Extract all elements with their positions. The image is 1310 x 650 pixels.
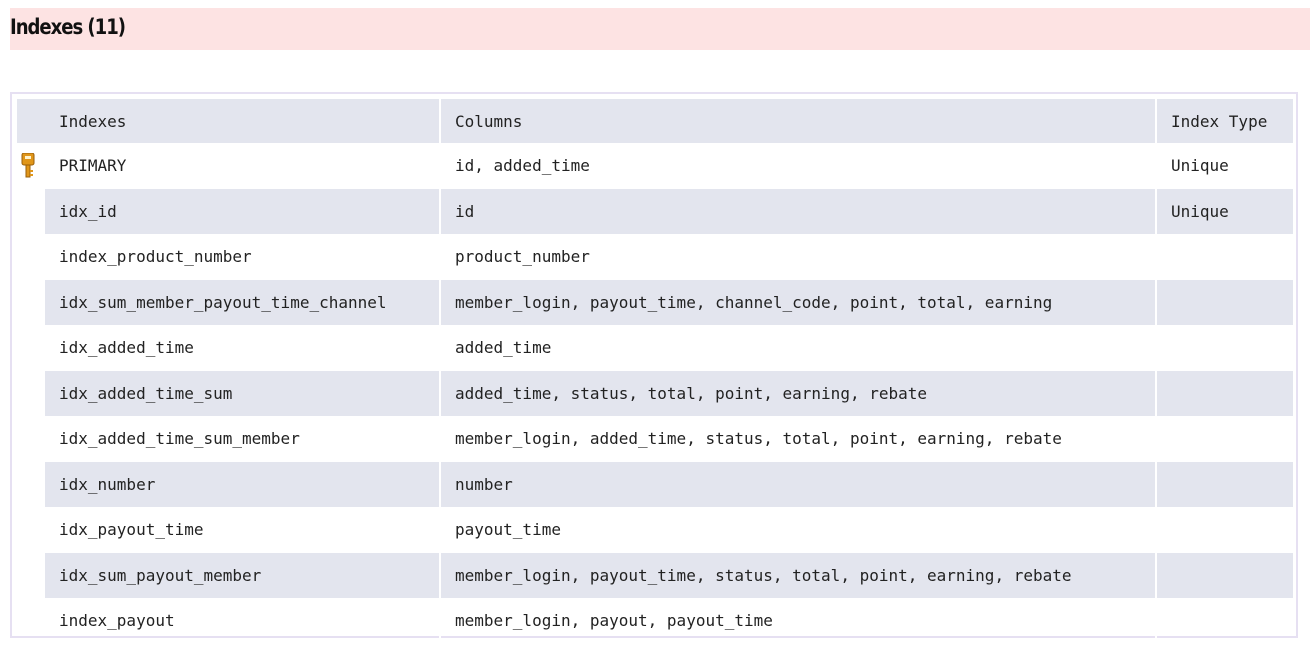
table-header-row: Indexes Columns Index Type [17,99,1293,143]
index-columns-cell: product_number [441,234,1157,280]
index-columns-cell: member_login, added_time, status, total,… [441,416,1157,462]
table-row[interactable]: idx_sum_payout_member member_login, payou… [17,552,1293,598]
index-type-cell: Unique [1171,156,1229,176]
row-icon-cell [17,507,45,553]
index-columns-cell: added_time, status, total, point, earnin… [441,370,1157,416]
index-columns-cell: number [441,461,1157,507]
table-row[interactable]: PRIMARY id, added_time Unique [17,143,1293,189]
row-icon-cell [17,461,45,507]
index-name-cell: idx_sum_payout_member [45,552,441,598]
index-type-cell [1157,416,1293,462]
index-name-cell: index_payout [45,598,441,644]
index-columns-cell: member_login, payout_time, status, total… [441,552,1157,598]
row-icon-cell [17,370,45,416]
index-type-cell: Unique [1157,188,1293,234]
row-icon-cell [17,552,45,598]
row-icon-cell [17,279,45,325]
table-row[interactable]: idx_added_time_sum added_time, status, to… [17,370,1293,416]
icon-column-header [17,99,45,143]
index-name-cell: PRIMARY [45,143,441,189]
index-type-cell [1157,507,1293,553]
index-type-cell [1157,325,1293,371]
row-icon-cell [17,325,45,371]
index-columns-cell: member_login, payout, payout_time [441,598,1157,644]
index-name-cell: idx_number [45,461,441,507]
index-type-cell [1157,461,1293,507]
section-title: Indexes (11) [10,15,126,39]
index-type-cell [1157,279,1293,325]
row-icon-cell [17,416,45,462]
index-columns-cell: added_time [441,325,1157,371]
index-name-cell: idx_id [45,188,441,234]
primary-key-icon [21,152,35,178]
index-name-cell: idx_added_time_sum [45,370,441,416]
index-columns-cell: payout_time [441,507,1157,553]
column-header-index-type[interactable]: Index Type [1157,99,1293,143]
indexes-table-container: Indexes Columns Index Type PRIMARY id, ad… [10,92,1298,644]
row-icon-cell [17,234,45,280]
table-row[interactable]: idx_added_time_sum_member member_login, a… [17,416,1293,462]
table-row[interactable]: idx_number number [17,461,1293,507]
index-columns-cell: member_login, payout_time, channel_code,… [441,279,1157,325]
table-row[interactable]: idx_id id Unique [17,188,1293,234]
index-type-cell [1157,552,1293,598]
index-name-cell: idx_added_time_sum_member [45,416,441,462]
row-icon-cell [17,143,45,189]
column-header-columns[interactable]: Columns [441,99,1157,143]
column-header-indexes[interactable]: Indexes [45,99,441,143]
table-row[interactable]: idx_added_time added_time [17,325,1293,371]
table-row[interactable]: index_product_number product_number [17,234,1293,280]
index-type-cell [1157,234,1293,280]
table-row[interactable]: index_payout member_login, payout, payout… [17,598,1293,644]
index-columns-cell: id, added_time [441,143,1157,189]
index-name-cell: idx_sum_member_payout_time_channel [45,279,441,325]
index-name-cell: idx_added_time [45,325,441,371]
section-header: Indexes (11) [10,8,1310,50]
index-name-cell: idx_payout_time [45,507,441,553]
index-columns-cell: id [441,188,1157,234]
index-name-cell: index_product_number [45,234,441,280]
row-icon-cell [17,598,45,644]
table-row[interactable]: idx_payout_time payout_time [17,507,1293,553]
row-icon-cell [17,188,45,234]
index-type-cell [1157,370,1293,416]
table-row[interactable]: idx_sum_member_payout_time_channel member… [17,279,1293,325]
index-type-cell [1157,598,1293,644]
indexes-table: Indexes Columns Index Type PRIMARY id, ad… [17,99,1293,644]
